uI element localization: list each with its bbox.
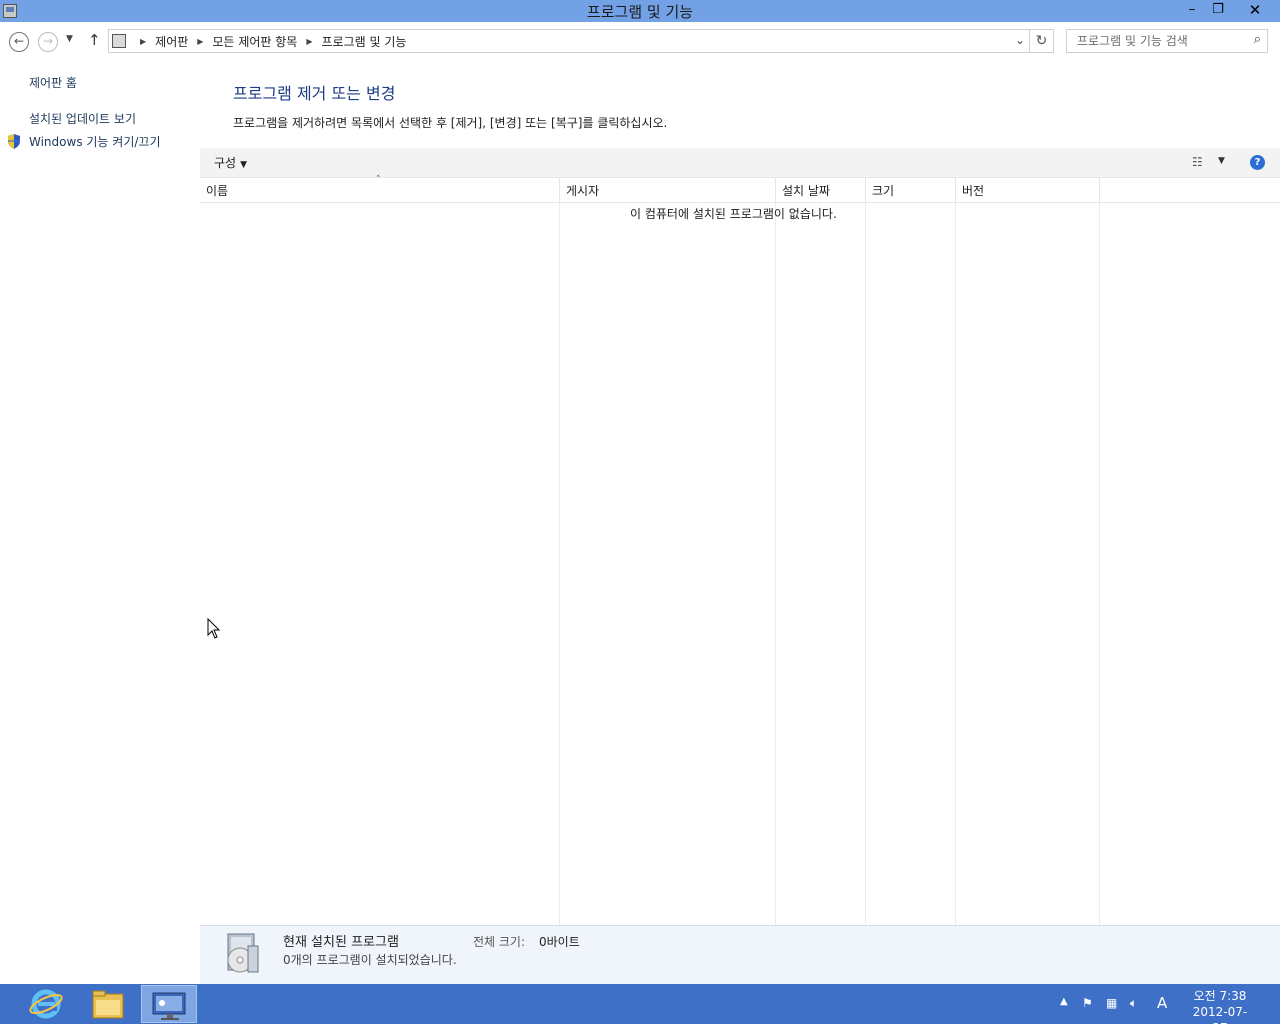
recent-locations-dropdown[interactable]: ▼ [66, 34, 73, 44]
breadcrumb-item[interactable]: 모든 제어판 항목 [212, 33, 297, 50]
folder-icon [92, 990, 124, 1019]
address-dropdown-icon[interactable]: ⌄ [1015, 33, 1025, 47]
details-title: 현재 설치된 프로그램 [283, 935, 399, 950]
volume-icon[interactable]: 🔈︎ [1130, 996, 1137, 1011]
title-bar[interactable]: 프로그램 및 기능 – ❐ ✕ [0, 0, 1280, 22]
organize-label: 구성 [214, 156, 237, 170]
column-divider [559, 203, 560, 925]
details-count: 0개의 프로그램이 설치되었습니다. [283, 953, 457, 967]
help-icon[interactable]: ? [1250, 155, 1265, 170]
control-panel-icon [152, 992, 186, 1020]
breadcrumb-item[interactable]: 프로그램 및 기능 [322, 33, 407, 50]
column-header-publisher[interactable]: 게시자 [560, 178, 776, 203]
page-title: 프로그램 제거 또는 변경 [233, 84, 396, 103]
column-divider [865, 203, 866, 925]
forward-button[interactable]: → [38, 32, 58, 52]
breadcrumb-separator-icon[interactable]: ▶ [306, 37, 312, 46]
organize-button[interactable]: 구성 ▼ [214, 154, 247, 171]
maximize-button[interactable]: ❐ [1206, 0, 1230, 20]
network-icon[interactable]: ▦ [1106, 996, 1117, 1010]
shield-icon [8, 134, 20, 149]
view-options-icon[interactable]: ☷ [1192, 155, 1203, 169]
address-bar[interactable]: ▶ 제어판 ▶ 모든 제어판 항목 ▶ 프로그램 및 기능 ⌄ ↻ [108, 29, 1054, 53]
view-installed-updates-link[interactable]: 설치된 업데이트 보기 [29, 110, 136, 127]
internet-explorer-icon [29, 989, 63, 1019]
column-divider [1099, 203, 1100, 925]
control-panel-taskbar-button[interactable] [141, 985, 197, 1023]
internet-explorer-button[interactable] [18, 985, 74, 1023]
refresh-button[interactable]: ↻ [1029, 30, 1053, 52]
search-icon[interactable]: ⌕ [1254, 32, 1261, 47]
search-input[interactable] [1075, 33, 1245, 49]
breadcrumb-item[interactable]: 제어판 [155, 33, 188, 50]
details-pane: 현재 설치된 프로그램 0개의 프로그램이 설치되었습니다. 전체 크기: 0바… [200, 925, 1280, 984]
column-header-version[interactable]: 버전 [956, 178, 1100, 203]
column-divider [955, 203, 956, 925]
column-header-empty [1100, 178, 1280, 203]
search-box[interactable]: ⌕ [1066, 29, 1268, 53]
file-explorer-button[interactable] [80, 985, 136, 1023]
command-toolbar: 구성 ▼ ☷ ▼ ? [200, 148, 1280, 178]
taskbar: ▲ ⚑ ▦ 🔈︎ A 오전 7:38 2012-07-27 [0, 984, 1280, 1035]
breadcrumb-separator-icon[interactable]: ▶ [140, 37, 146, 46]
breadcrumb: ▶ 제어판 ▶ 모든 제어판 항목 ▶ 프로그램 및 기능 [131, 33, 406, 50]
navigation-bar: ← → ▼ ↑ ▶ 제어판 ▶ 모든 제어판 항목 ▶ 프로그램 및 기능 ⌄ … [0, 22, 1280, 60]
window-title: 프로그램 및 기능 [586, 3, 694, 21]
column-header-name[interactable]: 이름 [200, 178, 560, 203]
action-center-flag-icon[interactable]: ⚑ [1082, 996, 1093, 1010]
column-header-size[interactable]: 크기 [866, 178, 956, 203]
up-button[interactable]: ↑ [88, 31, 101, 49]
control-panel-folder-icon [112, 34, 126, 48]
column-divider [775, 203, 776, 925]
column-header-install-date[interactable]: 설치 날짜 [776, 178, 866, 203]
mouse-cursor-icon [207, 618, 221, 639]
total-size-value: 0바이트 [539, 935, 580, 949]
control-panel-home-link[interactable]: 제어판 홈 [29, 74, 77, 91]
minimize-button[interactable]: – [1180, 0, 1204, 20]
page-description: 프로그램을 제거하려면 목록에서 선택한 후 [제거], [변경] 또는 [복구… [233, 116, 668, 130]
total-size-label: 전체 크기: [473, 935, 526, 949]
clock[interactable]: 오전 7:38 2012-07-27 [1188, 988, 1252, 1036]
clock-date: 2012-07-27 [1192, 1005, 1248, 1035]
input-method-indicator[interactable]: A [1157, 994, 1167, 1012]
breadcrumb-separator-icon[interactable]: ▶ [197, 37, 203, 46]
chevron-down-icon: ▼ [240, 160, 248, 170]
empty-list-message: 이 컴퓨터에 설치된 프로그램이 없습니다. [630, 207, 837, 221]
show-hidden-icons-button[interactable]: ▲ [1060, 996, 1068, 1007]
installed-programs-icon [227, 933, 259, 973]
back-button[interactable]: ← [9, 32, 29, 52]
close-button[interactable]: ✕ [1232, 0, 1278, 20]
windows-features-link[interactable]: Windows 기능 켜기/끄기 [29, 133, 160, 150]
view-dropdown-icon[interactable]: ▼ [1218, 156, 1225, 166]
clock-time: 오전 7:38 [1193, 989, 1247, 1003]
